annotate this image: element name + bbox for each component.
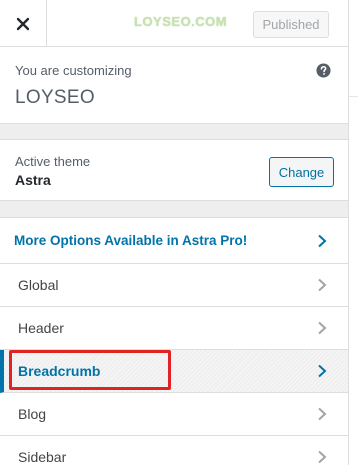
theme-name: Astra <box>15 172 51 188</box>
close-button[interactable] <box>0 0 47 47</box>
menu-item-astra-pro[interactable]: More Options Available in Astra Pro! <box>0 217 348 264</box>
menu-item-blog[interactable]: Blog <box>0 393 348 436</box>
customizer-header: LOYSEO.COM Published <box>0 0 348 47</box>
change-theme-button[interactable]: Change <box>269 157 334 187</box>
preview-edge <box>349 0 358 465</box>
chevron-right-icon <box>318 278 327 292</box>
chevron-right-icon <box>318 234 327 248</box>
chevron-right-icon <box>318 364 327 378</box>
customizing-info: You are customizing LOYSEO <box>0 47 348 124</box>
publish-button[interactable]: Published <box>253 11 329 38</box>
chevron-right-icon <box>318 407 327 421</box>
menu-item-label: Blog <box>18 406 47 422</box>
site-title: LOYSEO <box>15 87 95 108</box>
menu-item-breadcrumb[interactable]: Breadcrumb <box>0 350 348 393</box>
active-theme-section: Active theme Astra Change <box>0 139 348 201</box>
menu-item-sidebar[interactable]: Sidebar <box>0 436 348 465</box>
menu-item-label: Breadcrumb <box>18 363 101 379</box>
menu-item-global[interactable]: Global <box>0 264 348 307</box>
help-icon[interactable] <box>316 63 331 78</box>
customizing-label: You are customizing <box>15 63 132 78</box>
menu-item-label: Header <box>18 320 64 336</box>
active-theme-label: Active theme <box>15 154 91 169</box>
menu-item-label: Sidebar <box>18 449 67 465</box>
preview-divider <box>349 96 358 97</box>
watermark-text: LOYSEO.COM <box>134 14 228 29</box>
menu-item-header[interactable]: Header <box>0 307 348 350</box>
menu-item-label: More Options Available in Astra Pro! <box>14 233 248 248</box>
close-icon <box>16 17 30 30</box>
customizer-panel: LOYSEO.COM Published You are customizing… <box>0 0 349 465</box>
menu-item-label: Global <box>18 277 59 293</box>
chevron-right-icon <box>318 321 327 335</box>
chevron-right-icon <box>318 450 327 464</box>
customizer-menu: More Options Available in Astra Pro! Glo… <box>0 217 348 465</box>
